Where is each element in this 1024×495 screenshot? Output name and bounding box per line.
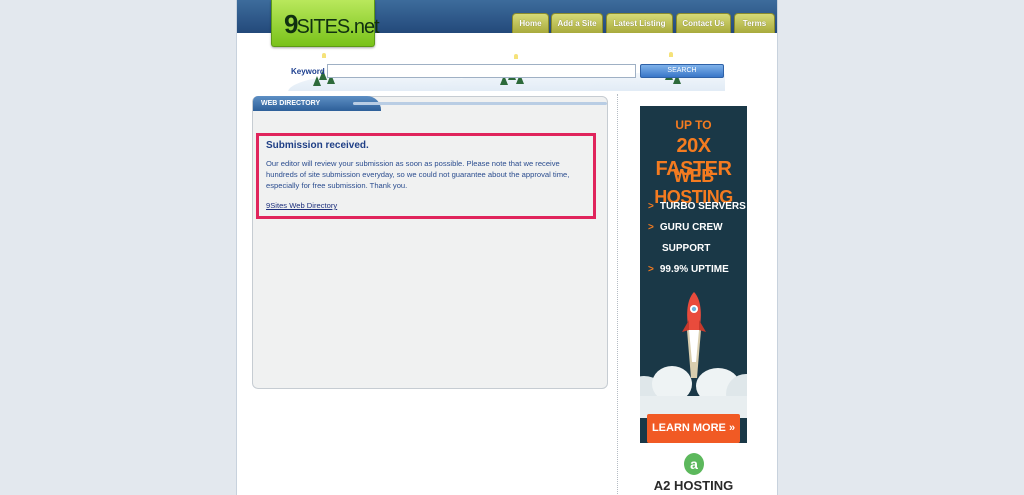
- ad-brand-footer: a A2 HOSTING: [640, 443, 747, 495]
- nav-home[interactable]: Home: [512, 13, 549, 33]
- cloud-icon: [640, 366, 747, 418]
- search-banner: Keyword : SEARCH: [288, 46, 725, 91]
- page-container: 9SITES.net Home Add a Site Latest Listin…: [236, 0, 778, 495]
- column-divider: [617, 94, 618, 494]
- flower-icon: [322, 53, 326, 58]
- ad-feature: > GURU CREW: [648, 222, 723, 233]
- keyword-input[interactable]: [327, 64, 636, 78]
- notice-title: Submission received.: [266, 140, 369, 151]
- chevron-right-icon: >: [648, 264, 654, 275]
- nav-add-site[interactable]: Add a Site: [551, 13, 603, 33]
- directory-link[interactable]: 9Sites Web Directory: [266, 201, 337, 210]
- a2-logo-icon: a: [684, 453, 704, 475]
- ad-brand-name: A2 HOSTING: [653, 478, 734, 493]
- site-header: 9SITES.net Home Add a Site Latest Listin…: [237, 0, 777, 47]
- notice-message: Our editor will review your submission a…: [266, 159, 570, 190]
- ad-feature-continued: SUPPORT: [662, 243, 711, 254]
- tree-icon: [313, 76, 321, 86]
- ad-feature: > TURBO SERVERS: [648, 201, 746, 212]
- nav-contact-us[interactable]: Contact Us: [676, 13, 731, 33]
- submission-notice: Submission received. Our editor will rev…: [256, 133, 596, 219]
- panel-header-stripe: [353, 102, 607, 105]
- chevron-right-icon: >: [648, 201, 654, 212]
- search-button[interactable]: SEARCH: [640, 64, 724, 78]
- site-logo[interactable]: 9SITES.net: [271, 0, 380, 47]
- nav-terms[interactable]: Terms: [734, 13, 775, 33]
- keyword-label: Keyword :: [291, 67, 330, 76]
- ad-headline-1: UP TO: [675, 118, 712, 132]
- ad-feature: >99.9% UPTIME: [648, 264, 729, 275]
- learn-more-button[interactable]: LEARN MORE »: [647, 414, 740, 443]
- logo-text: 9SITES.net: [284, 9, 380, 39]
- web-directory-panel: WEB DIRECTORY Submission received. Our e…: [252, 96, 608, 389]
- flower-icon: [514, 54, 518, 59]
- chevron-right-icon: >: [648, 222, 654, 233]
- nav-latest-listing[interactable]: Latest Listing: [606, 13, 673, 33]
- flower-icon: [669, 52, 673, 57]
- hosting-ad-banner[interactable]: UP TO 20X FASTER WEB HOSTING > TURBO SERV…: [640, 106, 747, 495]
